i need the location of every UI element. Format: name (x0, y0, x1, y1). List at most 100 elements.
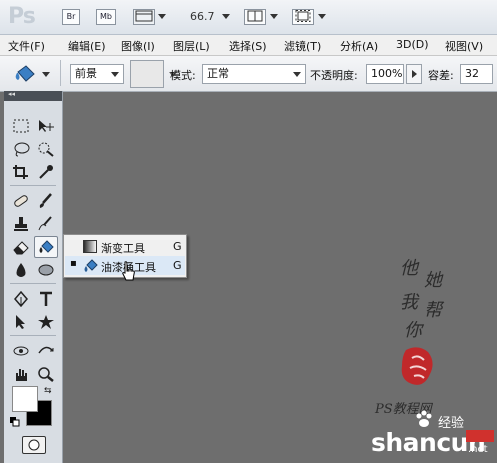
signature-char: 她 (424, 270, 442, 291)
clone-stamp-tool[interactable] (9, 213, 33, 235)
eraser-icon (13, 241, 29, 255)
brand-badge (466, 430, 494, 442)
3d-rotate-icon (13, 346, 29, 356)
screen-mode-icon (295, 10, 311, 22)
collapse-icon[interactable]: ◂◂ (8, 90, 15, 98)
menu-file[interactable]: 文件(F) (8, 38, 45, 54)
marquee-icon (13, 119, 29, 133)
tools-divider (10, 283, 56, 284)
zoom-tool[interactable] (34, 363, 58, 385)
blend-mode-value: 正常 (207, 67, 229, 80)
path-selection-icon (16, 315, 25, 329)
path-selection-tool[interactable] (9, 311, 33, 333)
pen-tool[interactable] (9, 288, 33, 310)
opacity-slider-button[interactable] (406, 64, 422, 84)
rectangular-marquee-tool[interactable] (9, 115, 33, 137)
red-seal-icon (401, 347, 433, 385)
default-colors-icon[interactable] (10, 417, 20, 427)
brush-tool[interactable] (34, 190, 58, 212)
3d-rotate-tool[interactable] (9, 340, 33, 362)
fill-source-select[interactable]: 前景 (70, 64, 124, 84)
menu-select[interactable]: 选择(S) (229, 38, 267, 54)
brand-suffix: .net (468, 444, 488, 455)
screen-mode-dropdown-icon[interactable] (318, 14, 326, 19)
sponge-icon (38, 264, 54, 276)
hand-cursor-icon (122, 261, 135, 281)
history-brush-tool[interactable] (34, 213, 58, 235)
application-bar: Ps Br Mb 66.7 (0, 0, 497, 35)
default-colors-glyph (10, 417, 20, 427)
quick-mask-icon (28, 439, 40, 451)
menu-analysis[interactable]: 分析(A) (340, 38, 378, 54)
tolerance-input[interactable]: 32 (460, 64, 493, 84)
flyout-item-gradient[interactable]: 渐变工具 G (65, 237, 185, 256)
view-extras-icon (135, 10, 153, 22)
view-extras-button[interactable] (133, 9, 155, 25)
tool-preset-picker[interactable] (10, 62, 54, 86)
swap-colors-icon[interactable]: ⇆ (44, 386, 52, 396)
quick-selection-tool[interactable] (34, 138, 58, 160)
eyedropper-tool[interactable] (34, 161, 58, 183)
zoom-level[interactable]: 66.7 (190, 10, 215, 23)
chevron-down-icon (293, 72, 301, 77)
sponge-tool[interactable] (34, 259, 58, 281)
options-divider (60, 60, 61, 86)
spot-healing-brush-tool[interactable] (9, 190, 33, 212)
shape-icon (38, 315, 54, 329)
signature-char: 你 (404, 320, 422, 341)
history-brush-icon (38, 216, 52, 231)
pattern-picker[interactable] (130, 60, 177, 88)
photoshop-logo: Ps (8, 4, 36, 29)
type-icon (40, 291, 52, 306)
paint-bucket-icon (39, 240, 54, 253)
flyout-item-shortcut: G (173, 240, 182, 253)
brush-icon (39, 193, 52, 208)
tools-divider (10, 185, 56, 186)
paint-bucket-tool[interactable] (34, 236, 58, 258)
crop-tool[interactable] (9, 161, 33, 183)
arrange-dropdown-icon[interactable] (270, 14, 278, 19)
type-tool[interactable] (34, 288, 58, 310)
bandage-icon (14, 195, 28, 207)
mode-label: 模式: (170, 69, 196, 82)
fill-source-value: 前景 (75, 67, 97, 80)
stamp-icon (14, 217, 28, 231)
menu-3d[interactable]: 3D(D) (396, 38, 429, 51)
menu-edit[interactable]: 编辑(E) (68, 38, 106, 54)
foreground-color-swatch[interactable] (12, 386, 38, 412)
opacity-input[interactable]: 100% (366, 64, 404, 84)
tools-panel-header[interactable]: ◂◂ (4, 90, 62, 101)
tolerance-label: 容差: (428, 69, 454, 82)
quick-mask-button[interactable] (22, 436, 46, 454)
bridge-button[interactable]: Br (62, 9, 80, 25)
options-bar: 前景 模式: 正常 不透明度: 100% 容差: 32 (0, 56, 497, 92)
arrange-documents-button[interactable] (244, 9, 266, 25)
menu-image[interactable]: 图像(I) (121, 38, 155, 54)
opacity-label: 不透明度: (310, 69, 358, 82)
menu-view[interactable]: 视图(V) (445, 38, 483, 54)
screen-mode-button[interactable] (292, 9, 314, 25)
menu-filter[interactable]: 滤镜(T) (284, 38, 321, 54)
menu-layer[interactable]: 图层(L) (173, 38, 210, 54)
move-tool[interactable] (34, 115, 58, 137)
signature-char: 帮 (424, 300, 442, 321)
selected-marker-icon: ▪ (70, 258, 77, 269)
magnifier-icon (38, 367, 54, 382)
blend-mode-select[interactable]: 正常 (202, 64, 306, 84)
view-extras-dropdown-icon[interactable] (158, 14, 166, 19)
chevron-right-icon (412, 70, 417, 78)
chevron-down-icon (111, 72, 119, 77)
hand-tool[interactable] (9, 363, 33, 385)
paint-bucket-icon (84, 259, 98, 272)
eraser-tool[interactable] (9, 236, 33, 258)
arrange-documents-icon (247, 10, 263, 22)
zoom-dropdown-icon[interactable] (222, 14, 230, 19)
pen-icon (14, 291, 28, 307)
lasso-tool[interactable] (9, 138, 33, 160)
move-icon (39, 120, 54, 132)
blur-tool[interactable] (9, 259, 33, 281)
3d-camera-tool[interactable] (34, 340, 58, 362)
custom-shape-tool[interactable] (34, 311, 58, 333)
tools-panel: ◂◂ ⇆ (4, 90, 63, 463)
mini-bridge-button[interactable]: Mb (96, 9, 116, 25)
